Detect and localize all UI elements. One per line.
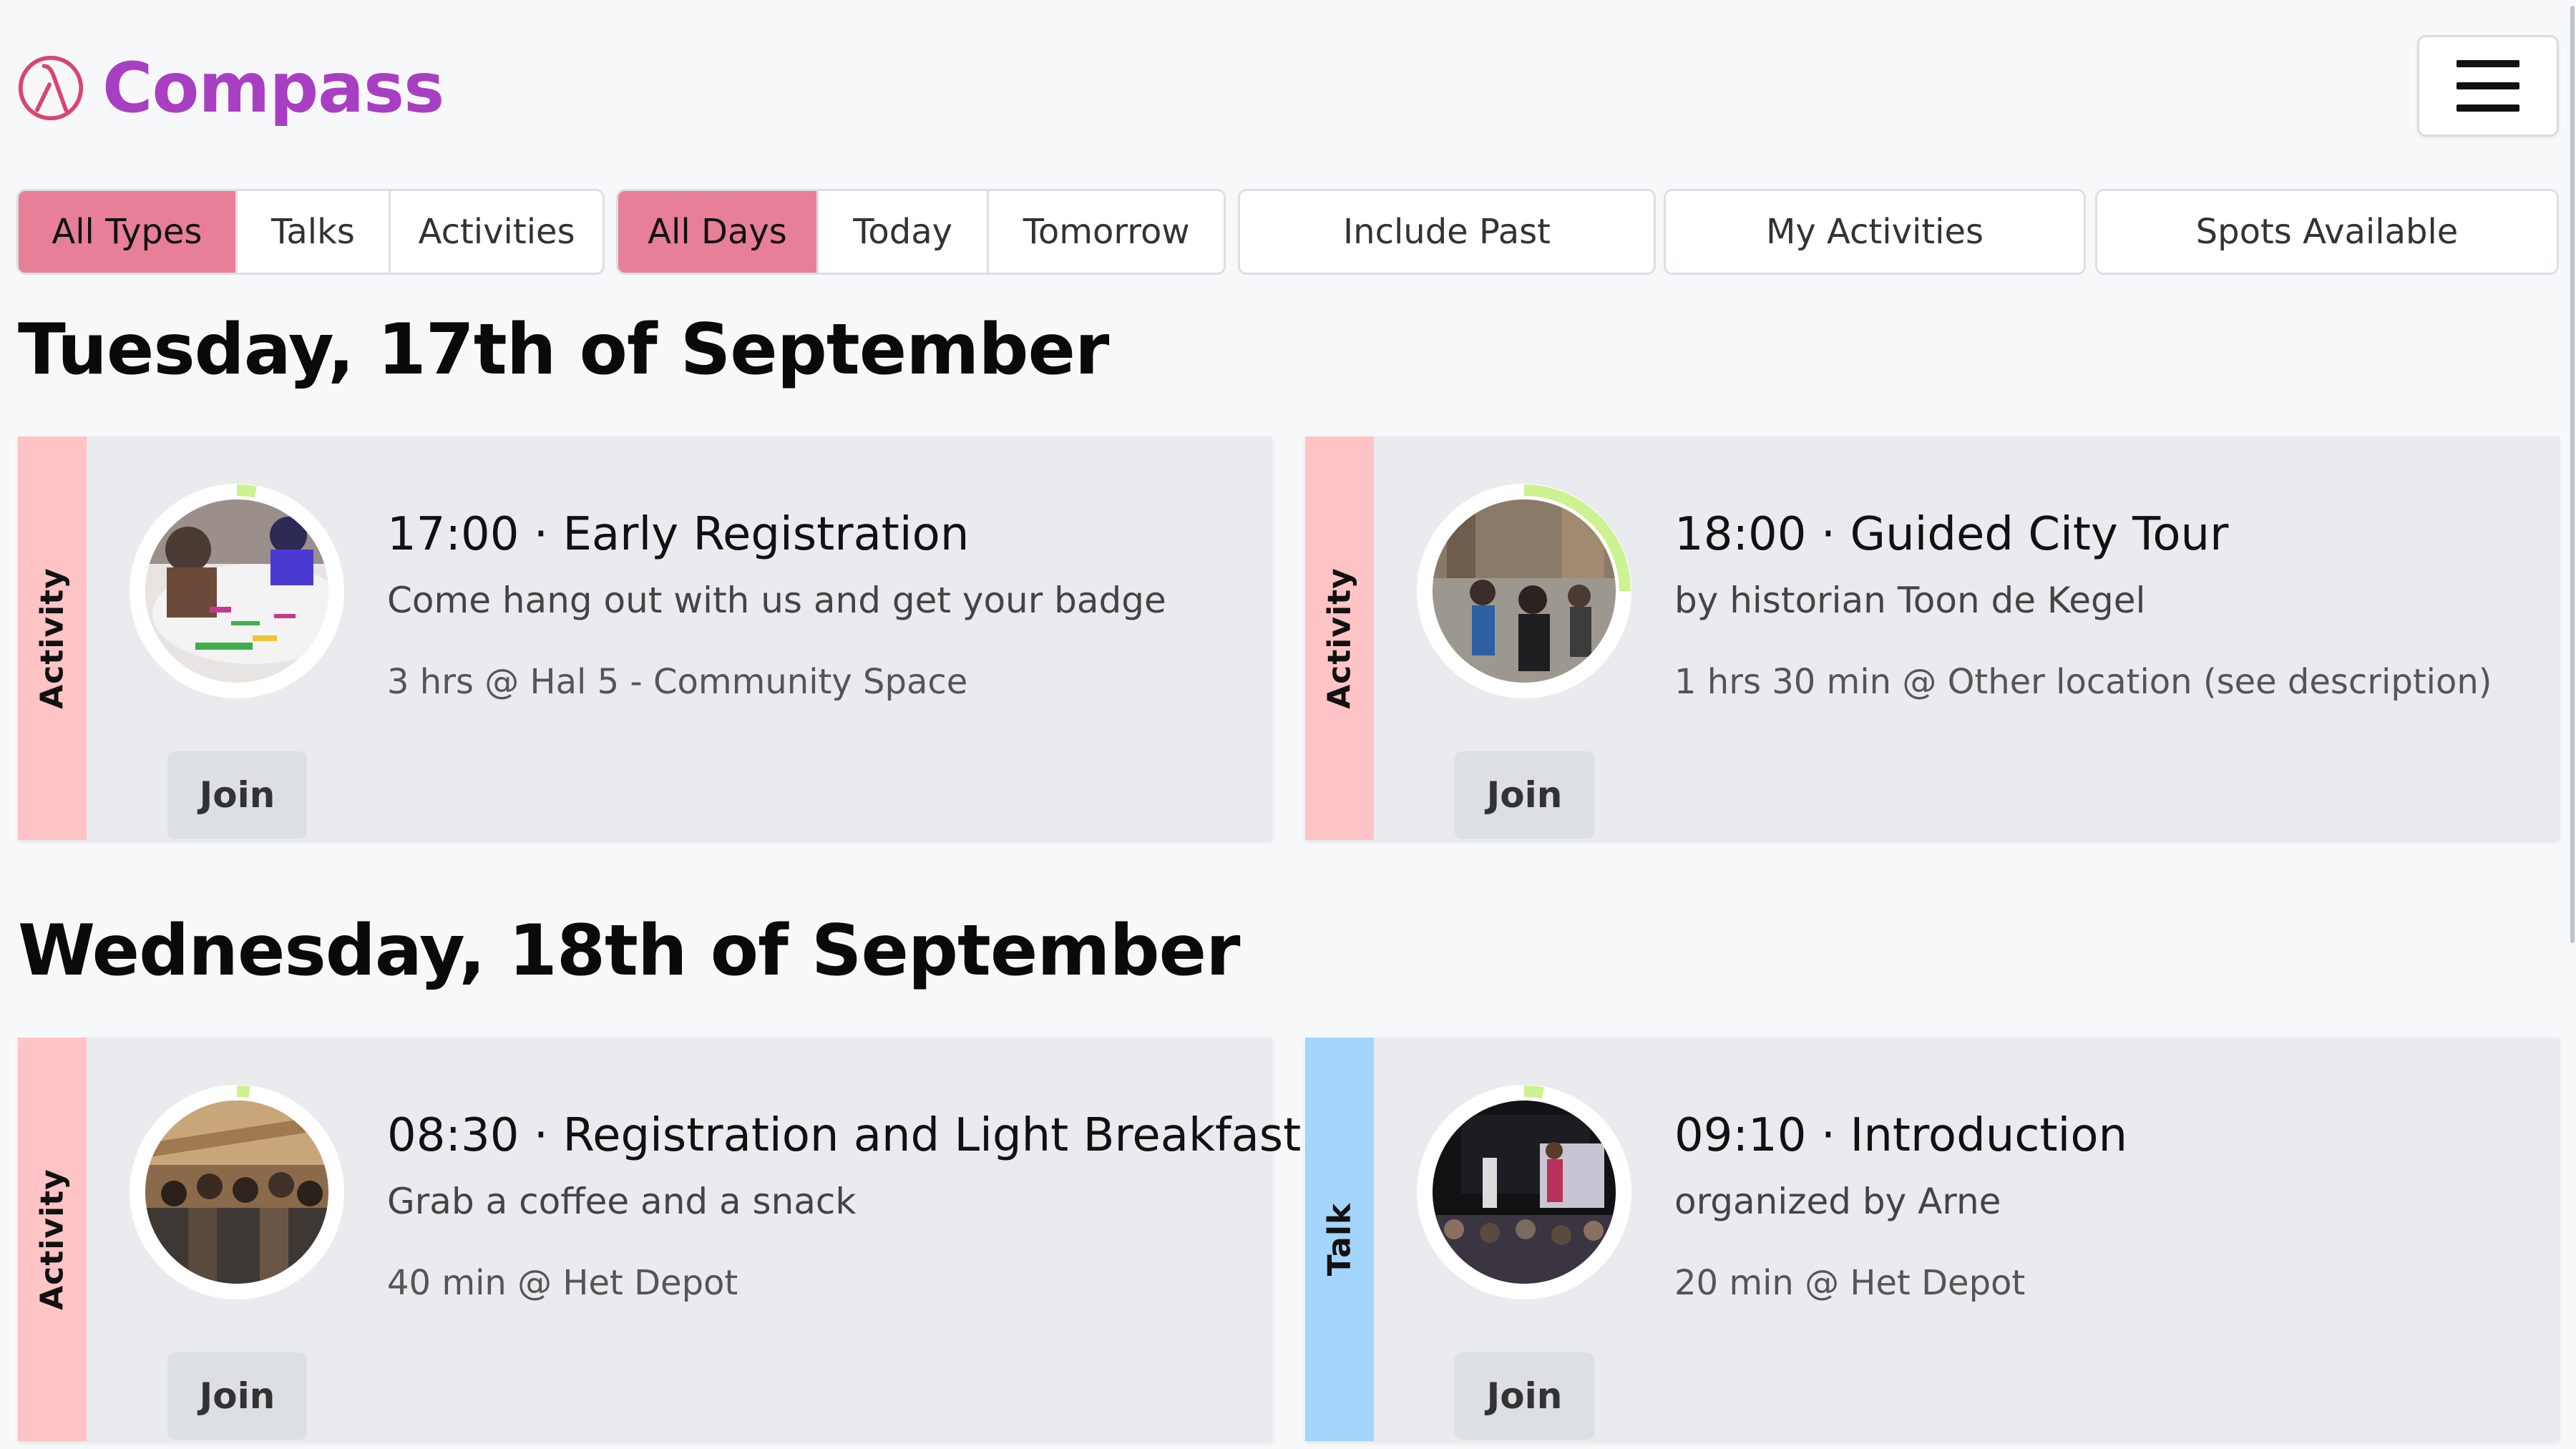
event-thumbnail <box>1417 484 1631 698</box>
day-filter-group: All Days Today Tomorrow <box>616 189 1226 275</box>
event-thumbnail <box>130 1085 344 1299</box>
page-scrollbar[interactable] <box>2569 0 2576 1449</box>
event-meta: 40 min @ Het Depot <box>387 1263 738 1303</box>
event-card[interactable]: Talk Join 09:10 · Introduction organized… <box>1305 1038 2560 1441</box>
my-activities-group: My Activities <box>1664 189 2086 275</box>
event-meta: 3 hrs @ Hal 5 - Community Space <box>387 662 968 702</box>
scrollbar-thumb[interactable] <box>2570 6 2575 943</box>
compass-logo-icon <box>18 55 84 120</box>
event-card[interactable]: Activity Join 17:00 · Early Registration… <box>18 436 1272 840</box>
event-thumbnail <box>130 484 344 698</box>
join-button[interactable]: Join <box>167 751 307 839</box>
day-heading: Tuesday, 17th of September <box>18 309 1109 391</box>
app-header: Compass <box>16 43 444 132</box>
event-subtitle: Come hang out with us and get your badge <box>387 580 1166 621</box>
event-type-stripe: Activity <box>18 1038 87 1441</box>
event-photo <box>145 1101 328 1284</box>
event-subtitle: organized by Arne <box>1674 1181 2001 1222</box>
join-button[interactable]: Join <box>1455 1352 1594 1440</box>
filter-talks[interactable]: Talks <box>237 191 391 273</box>
event-type-stripe: Talk <box>1305 1038 1374 1441</box>
filter-all-types[interactable]: All Types <box>19 191 238 273</box>
day-heading: Wednesday, 18th of September <box>18 910 1240 992</box>
hamburger-icon <box>2457 60 2519 112</box>
event-type-label: Talk <box>1321 1202 1358 1277</box>
event-title[interactable]: 09:10 · Introduction <box>1674 1109 2127 1162</box>
progress-ring-arc <box>236 1085 250 1098</box>
app-name[interactable]: Compass <box>102 48 444 128</box>
event-type-stripe: Activity <box>18 436 87 840</box>
event-type-label: Activity <box>1321 567 1358 709</box>
progress-ring-arc <box>236 484 257 498</box>
filter-today[interactable]: Today <box>819 191 990 273</box>
event-subtitle: Grab a coffee and a snack <box>387 1181 857 1222</box>
event-photo <box>1433 499 1616 683</box>
include-past-group: Include Past <box>1238 189 1656 275</box>
event-meta: 20 min @ Het Depot <box>1674 1263 2026 1303</box>
event-type-stripe: Activity <box>1305 436 1374 840</box>
event-type-label: Activity <box>34 567 71 709</box>
event-thumbnail <box>1417 1085 1631 1299</box>
event-meta: 1 hrs 30 min @ Other location (see descr… <box>1674 662 2492 702</box>
event-card[interactable]: Activity Join 18:00 · Guided City Tour b… <box>1305 436 2560 840</box>
event-title[interactable]: 17:00 · Early Registration <box>387 508 969 561</box>
event-title[interactable]: 08:30 · Registration and Light Breakfast <box>387 1109 1301 1162</box>
filter-all-days[interactable]: All Days <box>618 191 819 273</box>
type-filter-group: All Types Talks Activities <box>16 189 605 275</box>
join-button[interactable]: Join <box>1455 751 1594 839</box>
progress-ring-arc <box>1523 1085 1544 1099</box>
event-card[interactable]: Activity Join 08:30 · Registration and L… <box>18 1038 1301 1441</box>
join-button[interactable]: Join <box>167 1352 307 1440</box>
filter-activities[interactable]: Activities <box>391 191 602 273</box>
event-title[interactable]: 18:00 · Guided City Tour <box>1674 508 2228 561</box>
menu-button[interactable] <box>2417 35 2559 137</box>
event-subtitle: by historian Toon de Kegel <box>1674 580 2146 621</box>
filter-tomorrow[interactable]: Tomorrow <box>989 191 1224 273</box>
event-photo <box>145 499 328 683</box>
event-photo <box>1433 1101 1616 1284</box>
filter-my-activities[interactable]: My Activities <box>1666 191 2084 273</box>
event-type-label: Activity <box>34 1169 71 1310</box>
filter-spots-available[interactable]: Spots Available <box>2097 191 2557 273</box>
filter-include-past[interactable]: Include Past <box>1240 191 1654 273</box>
spots-available-group: Spots Available <box>2095 189 2559 275</box>
